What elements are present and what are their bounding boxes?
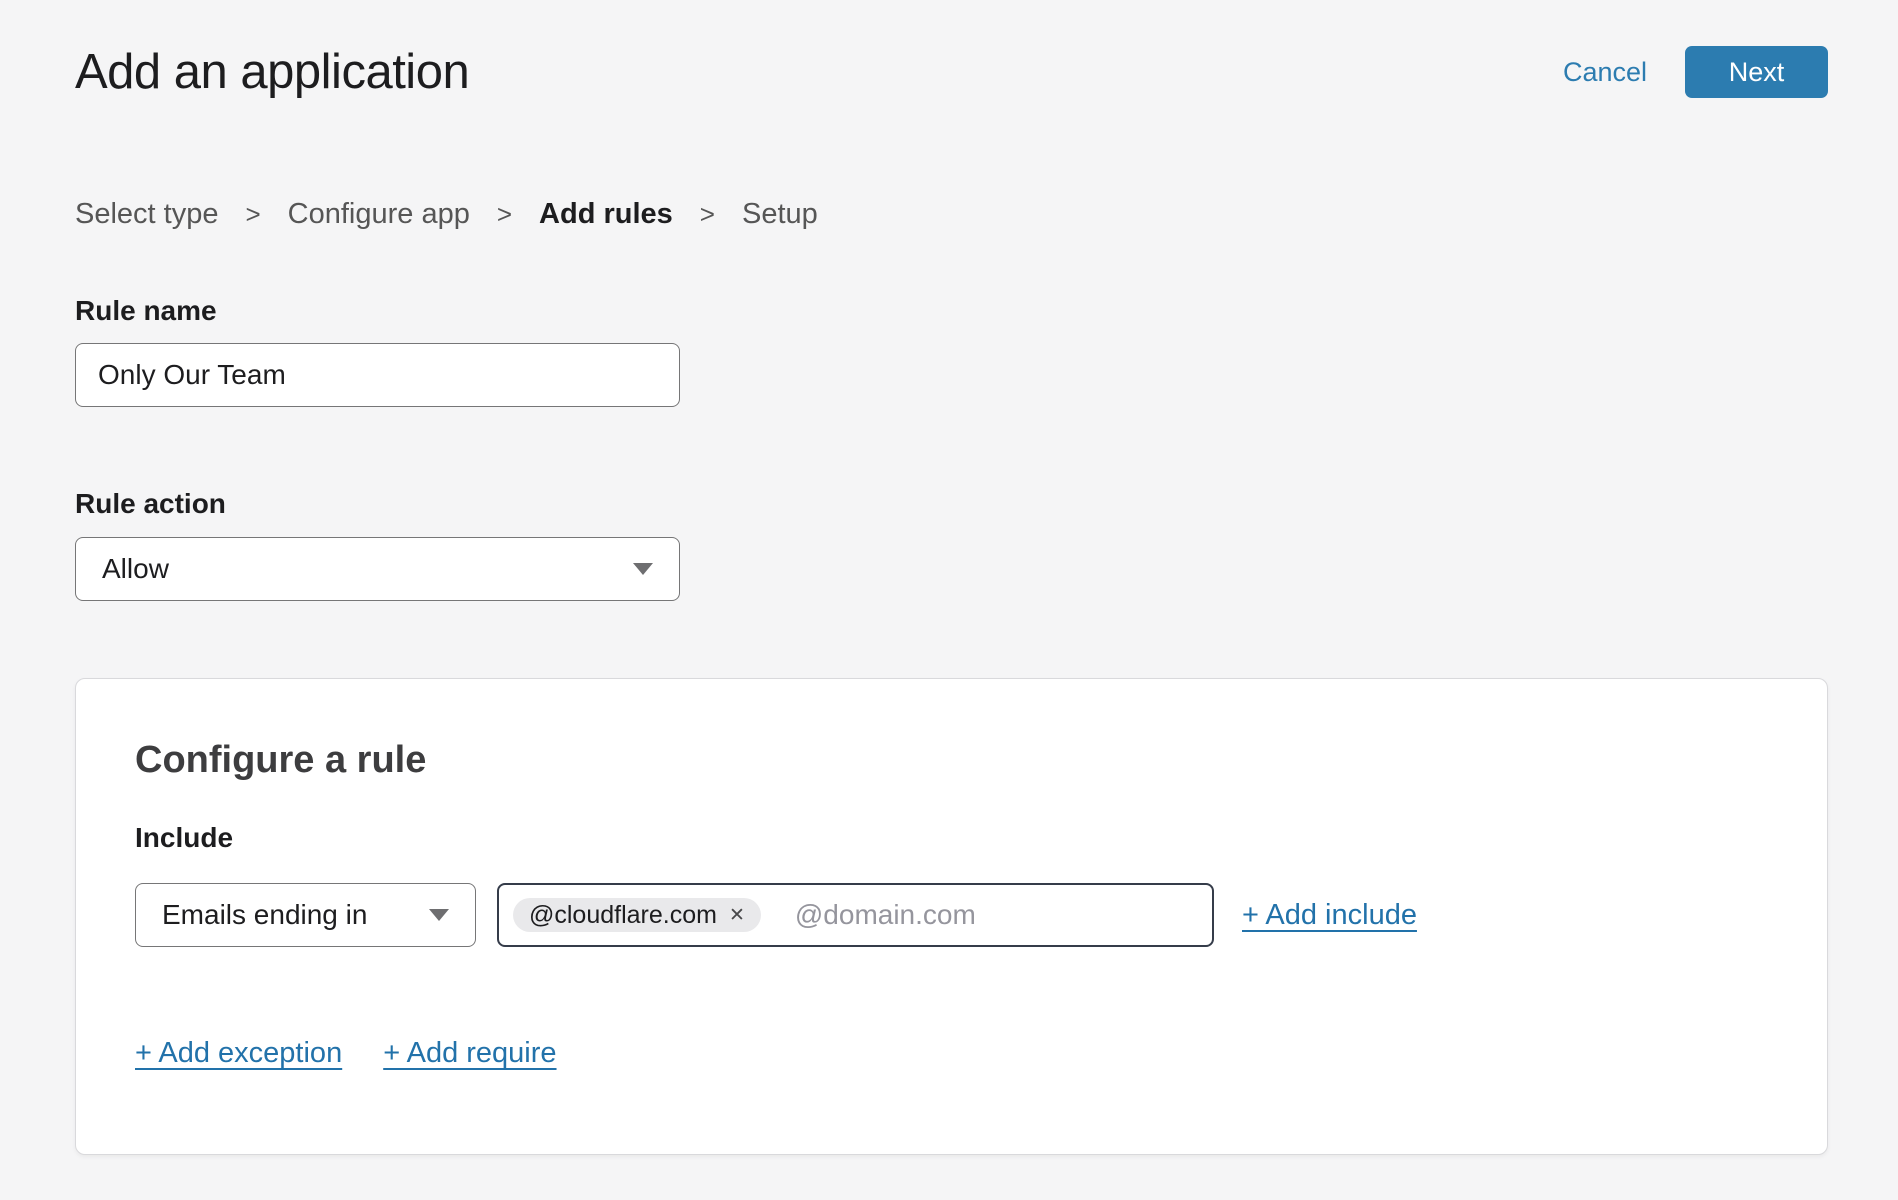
add-include-link[interactable]: + Add include <box>1242 899 1417 932</box>
rule-name-label: Rule name <box>75 294 1828 328</box>
chip-remove-icon[interactable]: ✕ <box>729 906 745 925</box>
include-label: Include <box>135 821 1768 855</box>
configure-rule-card: Configure a rule Include Emails ending i… <box>75 678 1828 1155</box>
rule-action-select[interactable]: Allow <box>75 537 680 601</box>
rule-action-selected-value: Allow <box>102 553 169 585</box>
add-exception-link[interactable]: + Add exception <box>135 1037 342 1070</box>
rule-name-input[interactable] <box>75 343 680 407</box>
rule-action-label: Rule action <box>75 487 1828 521</box>
breadcrumb-step-add-rules[interactable]: Add rules <box>539 196 673 232</box>
add-application-page: Add an application Cancel Next Select ty… <box>0 42 1898 1155</box>
cancel-button[interactable]: Cancel <box>1563 57 1647 88</box>
breadcrumb: Select type > Configure app > Add rules … <box>75 196 1828 232</box>
include-rule-row: Emails ending in @cloudflare.com ✕ + Add… <box>135 883 1768 947</box>
include-value-input-box[interactable]: @cloudflare.com ✕ <box>497 883 1214 947</box>
chip-text: @cloudflare.com <box>529 901 717 930</box>
breadcrumb-separator: > <box>497 196 512 232</box>
include-selector-value: Emails ending in <box>162 899 367 931</box>
breadcrumb-separator: > <box>245 196 260 232</box>
next-button[interactable]: Next <box>1685 46 1828 98</box>
chevron-down-icon <box>429 909 449 921</box>
card-title: Configure a rule <box>135 737 1768 783</box>
breadcrumb-step-select-type[interactable]: Select type <box>75 196 218 232</box>
breadcrumb-step-setup[interactable]: Setup <box>742 196 818 232</box>
email-domain-chip: @cloudflare.com ✕ <box>513 898 761 932</box>
page-title: Add an application <box>75 42 469 102</box>
include-selector-select[interactable]: Emails ending in <box>135 883 476 947</box>
email-domain-input[interactable] <box>795 899 1198 931</box>
page-header: Add an application Cancel Next <box>75 42 1828 102</box>
breadcrumb-step-configure-app[interactable]: Configure app <box>288 196 470 232</box>
chevron-down-icon <box>633 563 653 575</box>
rule-extra-links: + Add exception + Add require <box>135 1037 1768 1070</box>
header-actions: Cancel Next <box>1563 46 1828 98</box>
breadcrumb-separator: > <box>700 196 715 232</box>
add-require-link[interactable]: + Add require <box>383 1037 556 1070</box>
